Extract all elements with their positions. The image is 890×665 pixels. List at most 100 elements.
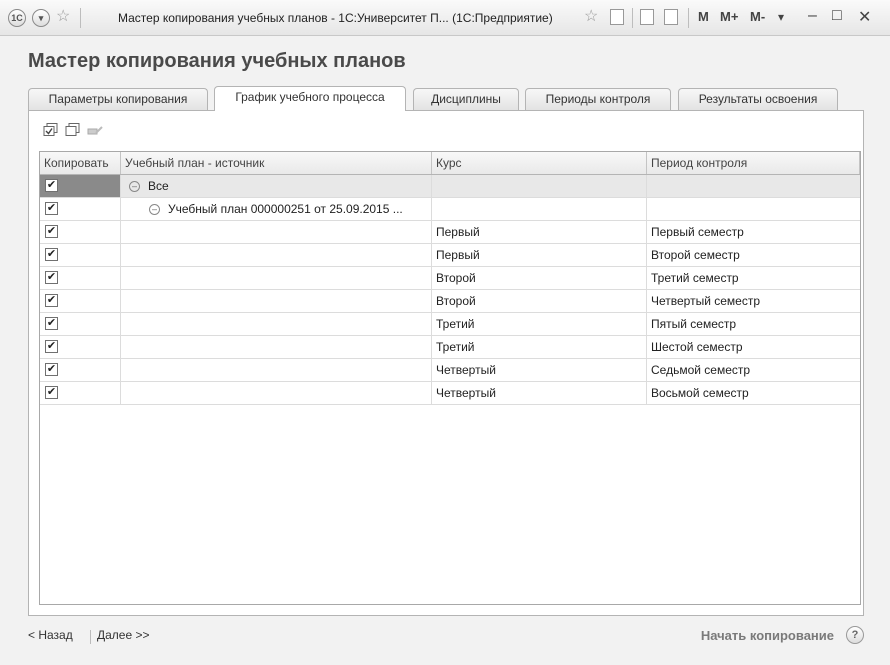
calendar-icon[interactable] (664, 9, 678, 25)
table-row-group-all[interactable]: ✔ – Все (40, 175, 860, 198)
column-header-course[interactable]: Курс (432, 152, 647, 174)
course-cell: Второй (432, 267, 647, 289)
memory-m-minus-button[interactable]: M- (750, 9, 765, 24)
tab-bar: Параметры копирования График учебного пр… (28, 86, 864, 111)
copy-checkbox[interactable]: ✔ (45, 271, 58, 284)
collapse-icon[interactable]: – (129, 181, 140, 193)
copy-checkbox[interactable]: ✔ (45, 202, 58, 215)
tab-learning-outcomes[interactable]: Результаты освоения (678, 88, 838, 110)
control-period-cell: Седьмой семестр (651, 363, 751, 377)
copy-cell: ✔ (40, 244, 121, 266)
copy-cell: ✔ (40, 336, 121, 358)
source-plan-cell (121, 382, 432, 404)
app-logo-icon[interactable]: 1C (8, 9, 26, 27)
copy-checkbox[interactable]: ✔ (45, 340, 58, 353)
copy-cell: ✔ (40, 221, 121, 243)
table-row[interactable]: ✔ Второй Четвертый семестр (40, 290, 860, 313)
control-period-cell: Второй семестр (651, 248, 740, 262)
copy-checkbox[interactable]: ✔ (45, 179, 58, 192)
control-period-cell (647, 198, 860, 220)
copy-cell: ✔ (40, 382, 121, 404)
table-row[interactable]: ✔ Третий Пятый семестр (40, 313, 860, 336)
source-plan-cell (121, 267, 432, 289)
calculator-icon[interactable] (640, 9, 654, 25)
tab-schedule[interactable]: График учебного процесса (214, 86, 406, 111)
course-cell: Первый (432, 244, 647, 266)
data-table: Копировать Учебный план - источник Курс … (39, 151, 861, 605)
memory-m-plus-button[interactable]: M+ (720, 9, 738, 24)
copy-cell: ✔ (40, 290, 121, 312)
copy-checkbox[interactable]: ✔ (45, 363, 58, 376)
course-cell: Четвертый (432, 382, 647, 404)
table-header: Копировать Учебный план - источник Курс … (40, 152, 860, 175)
source-plan-cell (121, 313, 432, 335)
table-row[interactable]: ✔ Второй Третий семестр (40, 267, 860, 290)
copy-checkbox[interactable]: ✔ (45, 294, 58, 307)
close-icon[interactable]: ✕ (858, 7, 871, 27)
source-plan-cell (121, 336, 432, 358)
bookmark-icon[interactable] (610, 9, 624, 25)
course-cell: Первый (432, 221, 647, 243)
source-plan-cell: – Все (121, 175, 432, 197)
control-period-cell: Первый семестр (651, 225, 744, 239)
course-cell (432, 175, 647, 197)
copy-cell: ✔ (40, 267, 121, 289)
control-period-cell (647, 175, 860, 197)
next-button[interactable]: Далее >> (97, 628, 150, 642)
table-row[interactable]: ✔ Первый Первый семестр (40, 221, 860, 244)
help-icon[interactable]: ? (846, 626, 864, 644)
window-title: Мастер копирования учебных планов - 1С:У… (118, 11, 553, 25)
tab-disciplines[interactable]: Дисциплины (413, 88, 519, 110)
copy-cell: ✔ (40, 175, 121, 197)
table-row-plan[interactable]: ✔ – Учебный план 000000251 от 25.09.2015 … (40, 198, 860, 221)
column-header-control-period[interactable]: Период контроля (647, 152, 860, 174)
column-header-source-plan[interactable]: Учебный план - источник (121, 152, 432, 174)
tab-control-periods[interactable]: Периоды контроля (525, 88, 671, 110)
table-row[interactable]: ✔ Первый Второй семестр (40, 244, 860, 267)
titlebar-separator (632, 8, 633, 28)
course-cell: Третий (432, 313, 647, 335)
back-button[interactable]: < Назад (28, 628, 73, 642)
source-plan-cell (121, 290, 432, 312)
table-row[interactable]: ✔ Четвертый Восьмой семестр (40, 382, 860, 405)
dropdown-arrow-icon[interactable]: ▾ (778, 10, 784, 24)
tab-copy-parameters[interactable]: Параметры копирования (28, 88, 208, 110)
table-row[interactable]: ✔ Третий Шестой семестр (40, 336, 860, 359)
favorites-star-icon[interactable]: ☆ (56, 6, 70, 26)
control-period-cell: Восьмой семестр (651, 386, 749, 400)
minimize-icon[interactable]: – (808, 7, 817, 25)
memory-m-button[interactable]: M (698, 9, 709, 24)
source-plan-cell: – Учебный план 000000251 от 25.09.2015 ..… (121, 198, 432, 220)
control-period-cell: Шестой семестр (651, 340, 743, 354)
plan-label: Учебный план 000000251 от 25.09.2015 ... (168, 202, 403, 216)
add-favorite-star-icon[interactable]: ☆ (584, 6, 598, 26)
column-header-copy[interactable]: Копировать (40, 152, 121, 174)
source-plan-cell (121, 359, 432, 381)
clear-selection-icon[interactable] (87, 123, 103, 137)
group-label: Все (148, 179, 169, 193)
table-row[interactable]: ✔ Четвертый Седьмой семестр (40, 359, 860, 382)
course-cell (432, 198, 647, 220)
titlebar-separator (80, 8, 81, 28)
window-menu-button[interactable]: ▾ (32, 9, 50, 27)
form-footer: < Назад Далее >> Начать копирование ? (28, 626, 864, 648)
copy-checkbox[interactable]: ✔ (45, 386, 58, 399)
form-title: Мастер копирования учебных планов (28, 50, 406, 72)
copy-cell: ✔ (40, 313, 121, 335)
copy-checkbox[interactable]: ✔ (45, 225, 58, 238)
source-plan-cell (121, 244, 432, 266)
control-period-cell: Третий семестр (651, 271, 739, 285)
maximize-icon[interactable]: □ (832, 7, 842, 25)
copy-checkbox[interactable]: ✔ (45, 248, 58, 261)
footer-separator (90, 630, 91, 644)
copy-checkbox[interactable]: ✔ (45, 317, 58, 330)
copy-cell: ✔ (40, 359, 121, 381)
start-copy-button[interactable]: Начать копирование (701, 628, 834, 643)
uncheck-all-icon[interactable] (65, 123, 81, 137)
titlebar-separator (688, 8, 689, 28)
control-period-cell: Четвертый семестр (651, 294, 761, 308)
window-titlebar: 1C ▾ ☆ Мастер копирования учебных планов… (0, 0, 890, 36)
collapse-icon[interactable]: – (149, 204, 160, 216)
tab-panel: Копировать Учебный план - источник Курс … (28, 110, 864, 616)
check-all-icon[interactable] (43, 123, 59, 137)
